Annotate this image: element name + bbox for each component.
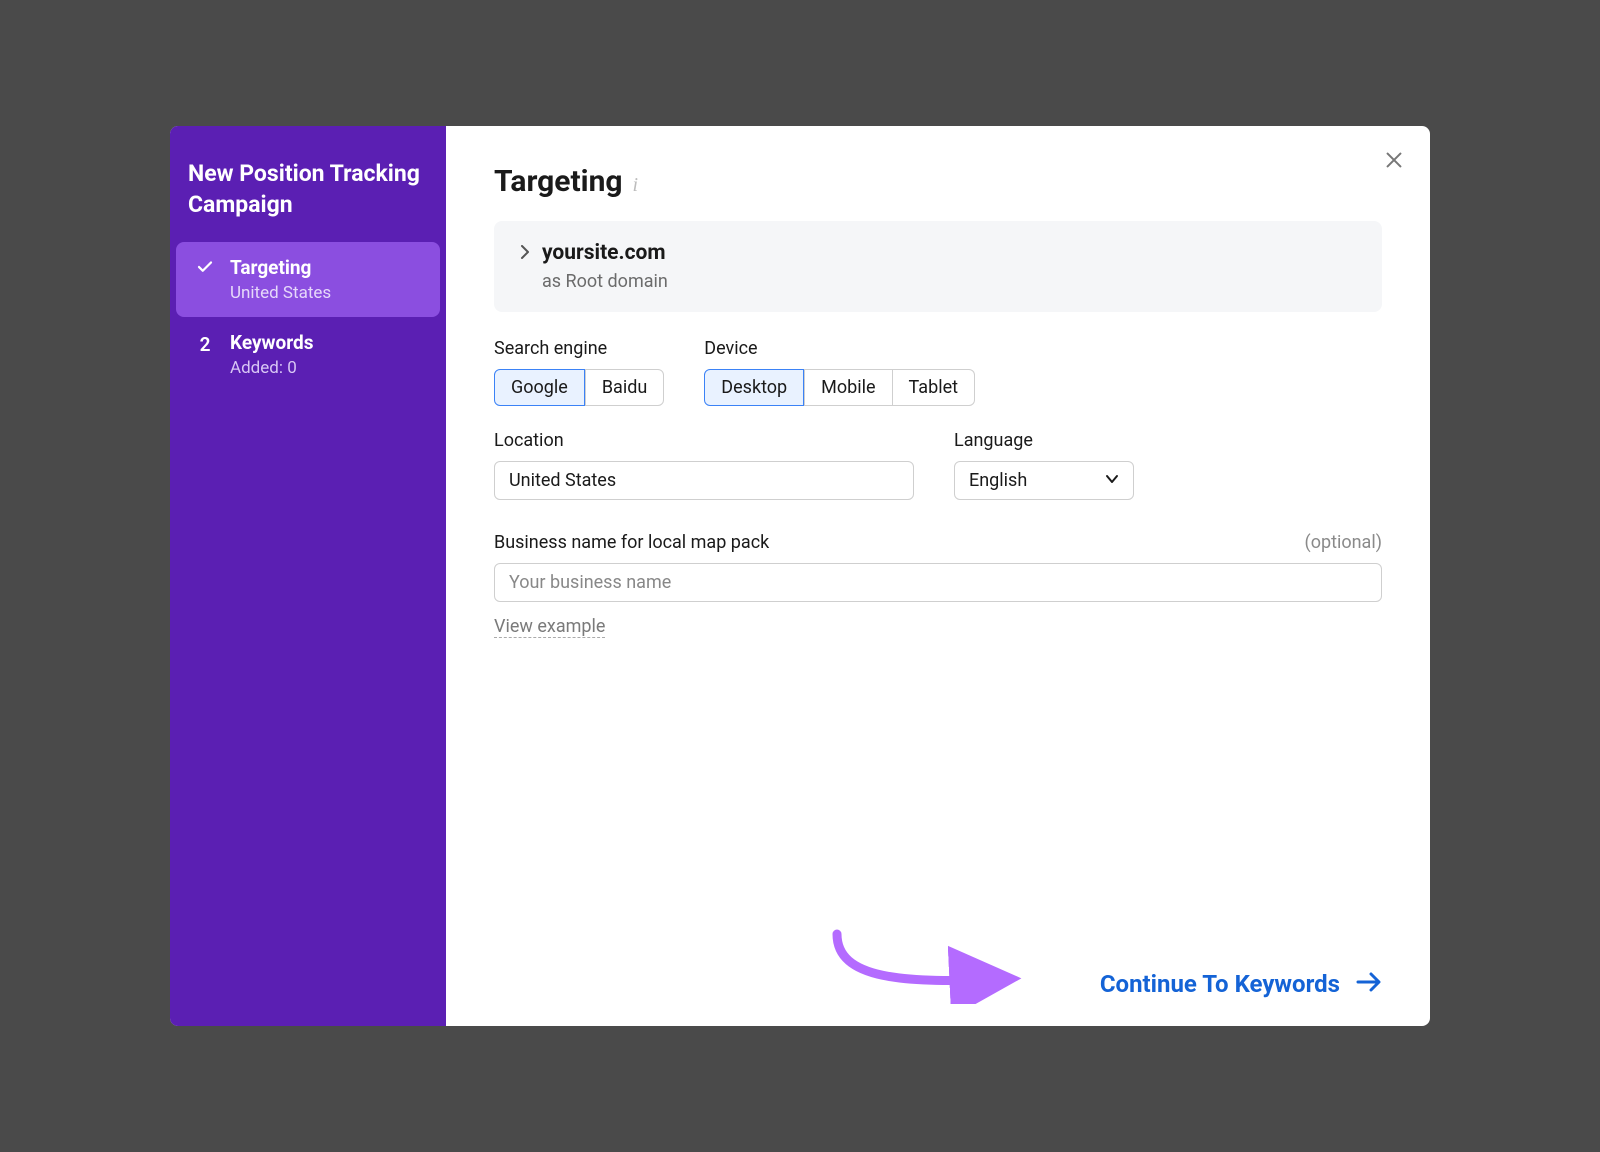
close-button[interactable] bbox=[1378, 144, 1410, 176]
continue-button[interactable]: Continue To Keywords bbox=[1100, 970, 1382, 998]
business-name-input[interactable] bbox=[494, 563, 1382, 602]
language-value: English bbox=[969, 470, 1027, 491]
domain-name: yoursite.com bbox=[542, 241, 666, 265]
info-icon[interactable]: i bbox=[633, 174, 639, 197]
device-mobile[interactable]: Mobile bbox=[804, 369, 892, 406]
arrow-right-icon bbox=[1356, 970, 1382, 998]
view-example-link[interactable]: View example bbox=[494, 616, 605, 638]
sidebar-step-keywords[interactable]: 2 Keywords Added: 0 bbox=[176, 317, 440, 392]
business-name-group: Business name for local map pack (option… bbox=[494, 524, 1382, 638]
check-icon bbox=[194, 256, 216, 276]
step-number: 2 bbox=[194, 331, 216, 356]
business-name-label: Business name for local map pack bbox=[494, 532, 769, 553]
annotation-arrow-icon bbox=[822, 924, 1022, 1004]
search-engine-group: Search engine Google Baidu bbox=[494, 338, 664, 406]
location-input[interactable] bbox=[494, 461, 914, 500]
wizard-sidebar: New Position Tracking Campaign Targeting… bbox=[170, 126, 446, 1026]
sidebar-step-targeting[interactable]: Targeting United States bbox=[176, 242, 440, 317]
campaign-setup-modal: New Position Tracking Campaign Targeting… bbox=[170, 126, 1430, 1026]
step-label: Targeting bbox=[230, 256, 331, 279]
chevron-right-icon bbox=[520, 244, 530, 263]
chevron-down-icon bbox=[1105, 470, 1119, 491]
device-group: Device Desktop Mobile Tablet bbox=[704, 338, 975, 406]
device-label: Device bbox=[704, 338, 975, 359]
location-label: Location bbox=[494, 430, 914, 451]
sidebar-title: New Position Tracking Campaign bbox=[170, 158, 446, 242]
language-select[interactable]: English bbox=[954, 461, 1134, 500]
location-group: Location bbox=[494, 430, 914, 500]
domain-type: as Root domain bbox=[542, 271, 1356, 292]
main-panel: Targeting i yoursite.com as Root domain … bbox=[446, 126, 1430, 1026]
optional-hint: (optional) bbox=[1305, 532, 1382, 553]
step-label: Keywords bbox=[230, 331, 313, 354]
page-title: Targeting bbox=[494, 164, 623, 199]
continue-label: Continue To Keywords bbox=[1100, 970, 1340, 998]
language-label: Language bbox=[954, 430, 1134, 451]
modal-footer: Continue To Keywords bbox=[494, 930, 1382, 998]
search-engine-google[interactable]: Google bbox=[494, 369, 585, 406]
search-engine-label: Search engine bbox=[494, 338, 664, 359]
search-engine-baidu[interactable]: Baidu bbox=[585, 369, 664, 406]
language-group: Language English bbox=[954, 430, 1134, 500]
step-sub: United States bbox=[230, 283, 331, 303]
device-desktop[interactable]: Desktop bbox=[704, 369, 804, 406]
device-tablet[interactable]: Tablet bbox=[893, 369, 975, 406]
step-sub: Added: 0 bbox=[230, 358, 313, 378]
domain-summary[interactable]: yoursite.com as Root domain bbox=[494, 221, 1382, 312]
